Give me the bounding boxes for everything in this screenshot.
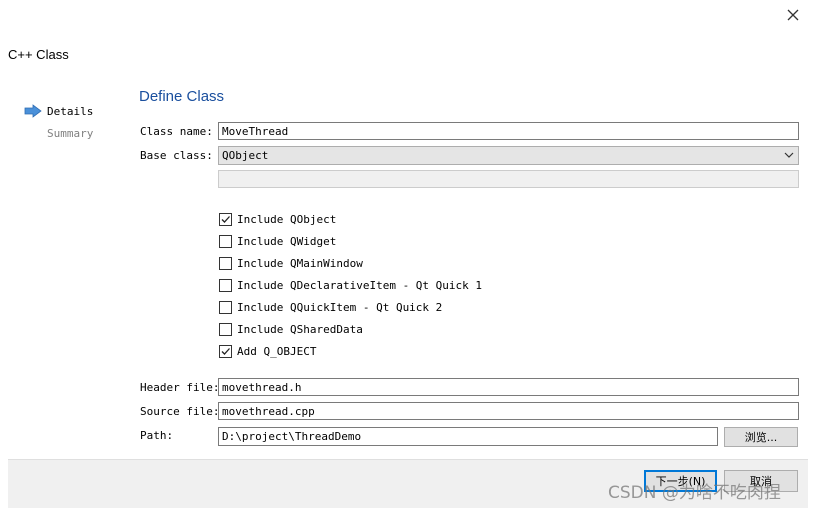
checkbox-box[interactable] — [219, 279, 232, 292]
source-file-label: Source file: — [140, 405, 220, 418]
checkbox-label: Include QObject — [237, 213, 337, 226]
add-q-object-checkbox[interactable]: Add Q_OBJECT — [219, 345, 316, 358]
path-input[interactable] — [218, 427, 718, 446]
class-name-label: Class name: — [140, 125, 213, 138]
include-qmainwindow-checkbox[interactable]: Include QMainWindow — [219, 257, 363, 270]
checkmark-icon — [221, 216, 230, 223]
path-label: Path: — [140, 429, 174, 442]
include-qobject-checkbox[interactable]: Include QObject — [219, 213, 336, 226]
checkbox-box[interactable] — [219, 235, 232, 248]
browse-button[interactable]: 浏览... — [724, 427, 798, 447]
include-qquickitem-checkbox[interactable]: Include QQuickItem - Qt Quick 2 — [219, 301, 442, 314]
checkbox-label: Add Q_OBJECT — [237, 345, 317, 358]
watermark: CSDN @为啥不吃肉捏 — [608, 483, 781, 503]
base-class-label: Base class: — [140, 149, 213, 162]
checkbox-label: Include QSharedData — [237, 323, 363, 336]
checkbox-label: Include QMainWindow — [237, 257, 363, 270]
base-class-value: QObject — [222, 149, 269, 162]
checkbox-label: Include QDeclarativeItem - Qt Quick 1 — [237, 279, 483, 292]
include-qwidget-checkbox[interactable]: Include QWidget — [219, 235, 336, 248]
wizard-step-details: Details — [24, 104, 93, 118]
window-title: C++ Class — [8, 47, 69, 62]
checkbox-box[interactable] — [219, 345, 232, 358]
include-qshareddata-checkbox[interactable]: Include QSharedData — [219, 323, 363, 336]
checkbox-box[interactable] — [219, 257, 232, 270]
chevron-down-icon — [784, 152, 794, 158]
wizard-step-summary: Summary — [47, 127, 94, 140]
checkbox-label: Include QQuickItem - Qt Quick 2 — [237, 301, 443, 314]
page-heading: Define Class — [139, 88, 225, 105]
class-name-input[interactable] — [218, 122, 799, 140]
header-file-input[interactable] — [218, 378, 799, 396]
checkbox-box[interactable] — [219, 213, 232, 226]
checkbox-label: Include QWidget — [237, 235, 337, 248]
close-button[interactable] — [780, 4, 806, 26]
checkbox-box[interactable] — [219, 323, 232, 336]
header-file-label: Header file: — [140, 381, 220, 394]
source-file-input[interactable] — [218, 402, 799, 420]
wizard-step-label: Details — [47, 104, 94, 118]
include-qdeclarativeitem-checkbox[interactable]: Include QDeclarativeItem - Qt Quick 1 — [219, 279, 482, 292]
close-icon — [787, 9, 799, 21]
checkmark-icon — [221, 348, 230, 355]
current-step-arrow-icon — [24, 104, 42, 118]
disabled-type-field — [218, 170, 799, 188]
base-class-dropdown[interactable]: QObject — [218, 146, 799, 165]
checkbox-box[interactable] — [219, 301, 232, 314]
